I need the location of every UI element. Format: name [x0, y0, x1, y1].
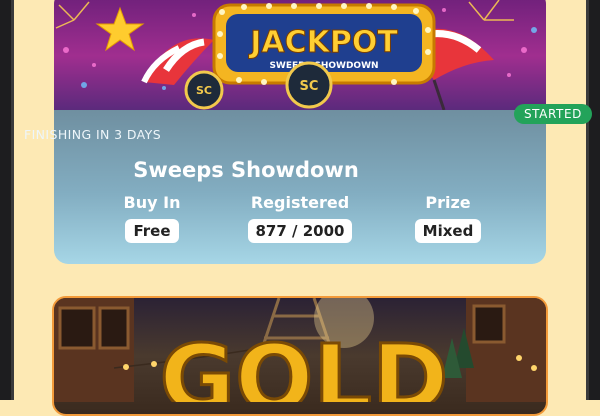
stat-label: Buy In — [123, 193, 181, 212]
phone-bezel-right — [586, 0, 600, 400]
sc-chip-icon: SC — [184, 70, 224, 110]
tournament-title: Sweeps Showdown — [133, 158, 359, 182]
sc-chip-icon: SC — [285, 61, 333, 109]
stat-label: Registered — [250, 193, 350, 212]
stat-buy-in: Buy In Free — [87, 194, 217, 243]
stat-value: 877 / 2000 — [247, 219, 353, 243]
phone-bezel-left — [0, 0, 14, 400]
stat-label: Prize — [425, 193, 471, 212]
tournament-card[interactable]: GOLD — [52, 296, 548, 416]
status-badge: STARTED — [513, 104, 592, 124]
stat-prize: Prize Mixed — [383, 194, 513, 243]
tournament-banner-image: JACKPOT SWEEPS SHOWDOWN SC SC — [54, 0, 546, 110]
tournament-banner-image: GOLD — [54, 298, 546, 402]
stat-registered: Registered 877 / 2000 — [235, 194, 365, 243]
stat-value: Mixed — [414, 219, 482, 243]
stat-value: Free — [125, 219, 179, 243]
star-decoration — [95, 6, 145, 52]
svg-text:SC: SC — [300, 79, 319, 94]
svg-text:SC: SC — [196, 84, 212, 97]
countdown-text: FINISHING IN 3 DAYS — [24, 127, 162, 142]
banner-sign-text: JACKPOT — [248, 25, 398, 60]
banner-gold-text: GOLD — [160, 325, 449, 402]
